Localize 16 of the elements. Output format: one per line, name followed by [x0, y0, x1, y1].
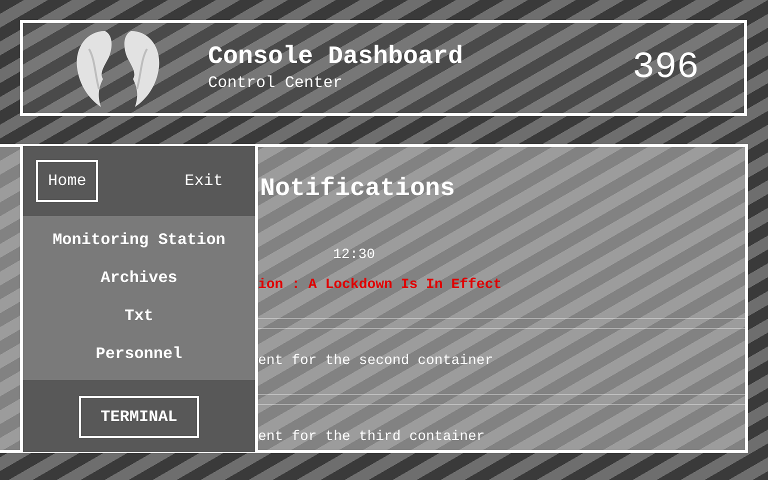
notification-time: 12:30 — [333, 247, 376, 263]
menu-item[interactable]: Personnel — [96, 344, 182, 364]
exit-link[interactable]: Exit — [172, 160, 235, 202]
menu-item[interactable]: Archives — [100, 268, 178, 288]
notification-text: ion : A Lockdown Is In Effect — [258, 277, 503, 293]
home-link[interactable]: Home — [36, 160, 98, 202]
notification-text: ent for the second container — [258, 353, 494, 369]
notifications-title: Notifications — [260, 174, 456, 204]
notification-text: ent for the third container — [258, 429, 486, 445]
dashboard-subtitle: Control Center — [208, 73, 344, 94]
counter: 396 — [632, 47, 699, 89]
dashboard-title: Console Dashboard — [208, 42, 464, 72]
menu-item[interactable]: Monitoring Station — [52, 230, 226, 250]
menu-item[interactable]: Txt — [124, 306, 154, 326]
wings-icon — [75, 29, 161, 109]
terminal-button[interactable]: TERMINAL — [79, 396, 199, 438]
